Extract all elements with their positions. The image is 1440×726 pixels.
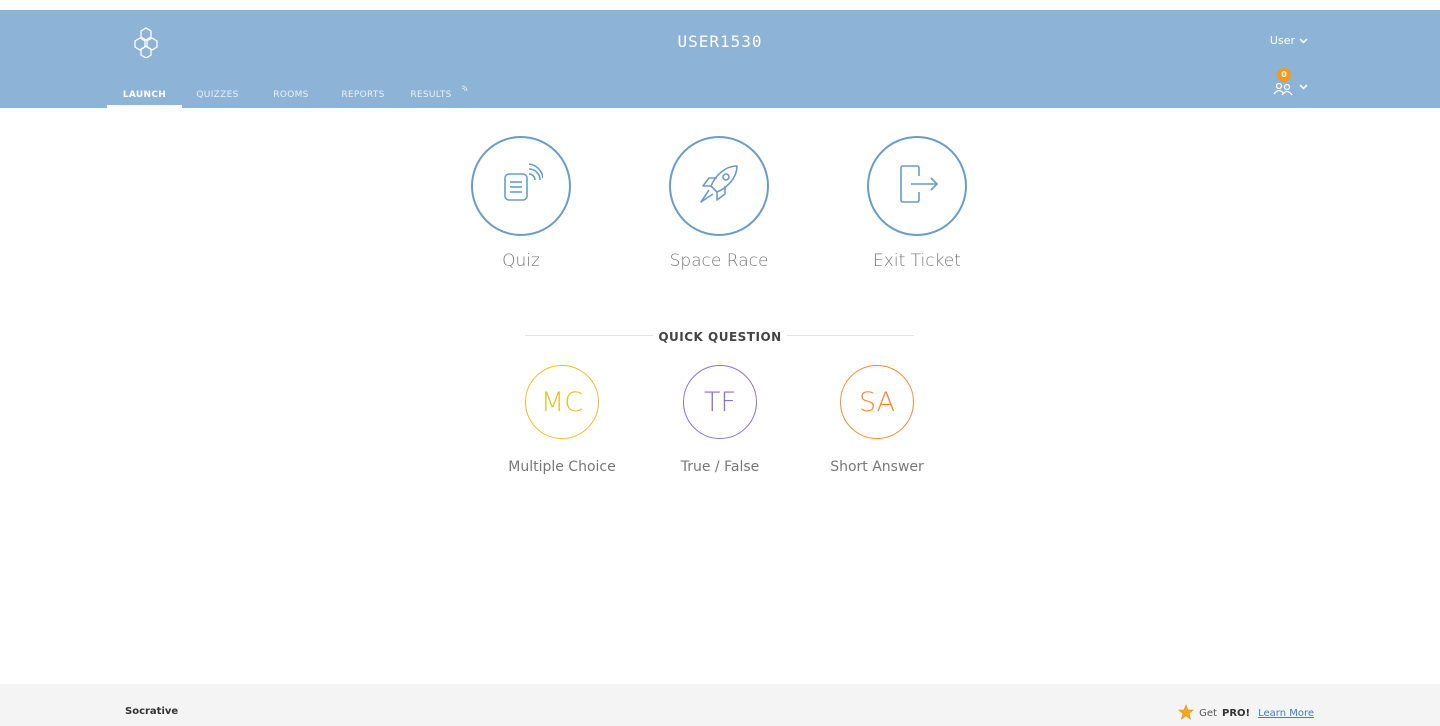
footer-brand: Socrative [125, 706, 179, 717]
student-count-menu[interactable]: 0 [1272, 68, 1308, 98]
tab-results[interactable]: RESULTS [400, 82, 468, 108]
students-wrapper: 0 [1272, 68, 1296, 98]
exit-ticket-circle [867, 136, 967, 236]
pro-text: PRO! [1221, 708, 1251, 719]
exit-ticket-label: Exit Ticket [873, 251, 961, 271]
live-signal-icon [461, 85, 468, 95]
launch-options: Quiz Space Race Exit Ticket [0, 136, 1440, 286]
tf-label: True / False [680, 459, 760, 475]
launch-quiz-button[interactable]: Quiz [446, 136, 596, 271]
tab-rooms[interactable]: ROOMS [256, 82, 326, 108]
space-race-circle [669, 136, 769, 236]
tf-circle: TF [683, 365, 757, 439]
tab-quizzes[interactable]: QUIZZES [185, 82, 250, 108]
quick-question-heading: QUICK QUESTION [0, 326, 1440, 345]
tab-results-label: RESULTS [410, 90, 452, 100]
user-menu[interactable]: User [1270, 34, 1308, 47]
get-text: Get [1199, 708, 1217, 719]
exit-door-icon [893, 160, 941, 212]
sa-label: Short Answer [830, 459, 924, 475]
quiz-icon [499, 162, 544, 210]
rocket-icon [695, 160, 743, 212]
chevron-down-icon [1299, 34, 1308, 47]
quick-question-sa-button[interactable]: SA Short Answer [807, 365, 947, 475]
get-pro-promo: Get PRO! Learn More [1178, 704, 1314, 723]
quick-question-mc-button[interactable]: MC Multiple Choice [492, 365, 632, 475]
footer: Socrative Get PRO! Learn More [0, 684, 1440, 726]
main-nav: LAUNCH QUIZZES ROOMS REPORTS RESULTS [107, 82, 468, 108]
launch-exit-ticket-button[interactable]: Exit Ticket [842, 136, 992, 271]
quiz-circle [471, 136, 571, 236]
mc-label: Multiple Choice [508, 459, 616, 475]
quick-question-title: QUICK QUESTION [658, 330, 782, 344]
launch-space-race-button[interactable]: Space Race [644, 136, 794, 271]
quiz-label: Quiz [502, 251, 540, 271]
tab-reports[interactable]: REPORTS [332, 82, 394, 108]
students-icon [1272, 82, 1296, 102]
learn-more-link[interactable]: Learn More [1258, 708, 1314, 719]
space-race-label: Space Race [669, 251, 769, 271]
quick-question-tf-button[interactable]: TF True / False [650, 365, 790, 475]
mc-circle: MC [525, 365, 599, 439]
student-count-badge: 0 [1277, 68, 1291, 82]
sa-circle: SA [840, 365, 914, 439]
room-name: USER1530 [677, 32, 763, 51]
tab-launch[interactable]: LAUNCH [107, 82, 182, 108]
star-icon [1178, 704, 1194, 723]
top-strip [0, 0, 1440, 10]
user-menu-label: User [1269, 34, 1295, 47]
header-bar: USER1530 User LAUNCH QUIZZES ROOMS REPOR… [0, 10, 1440, 108]
chevron-down-icon [1299, 75, 1308, 94]
